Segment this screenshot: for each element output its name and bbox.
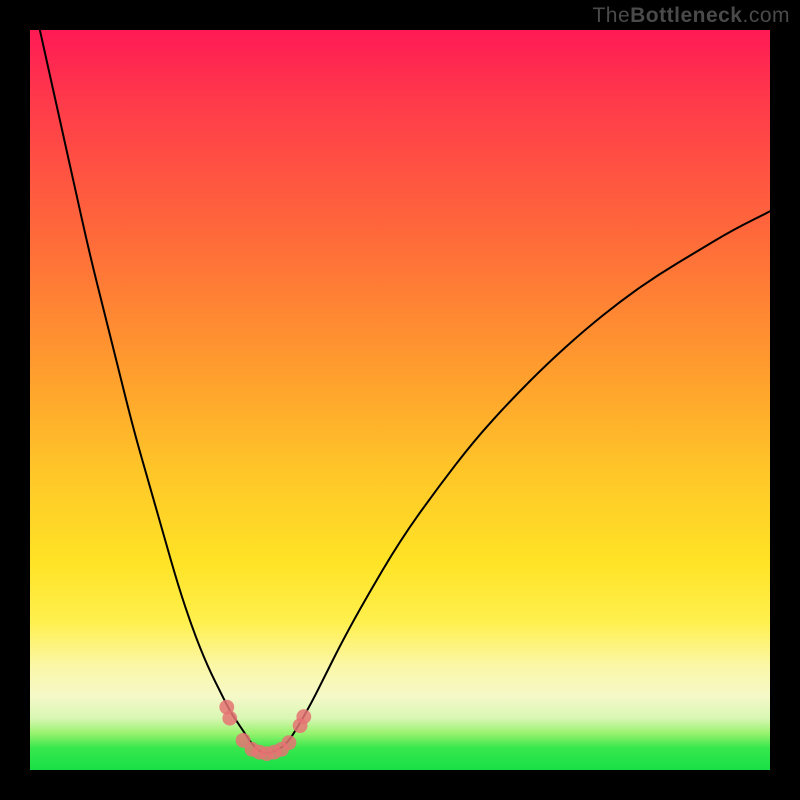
watermark-suffix: .com — [742, 4, 790, 27]
plot-area — [30, 30, 770, 770]
outer-frame: TheBottleneck.com — [0, 0, 800, 800]
bottleneck-curve-svg — [30, 30, 770, 770]
watermark: TheBottleneck.com — [592, 4, 790, 28]
curve-dot — [296, 709, 311, 724]
curve-dot — [222, 711, 237, 726]
watermark-prefix: The — [592, 4, 630, 27]
curve-dots — [219, 700, 311, 761]
bottleneck-curve — [30, 30, 770, 753]
watermark-bold: Bottleneck — [630, 4, 742, 27]
curve-dot — [282, 735, 297, 750]
